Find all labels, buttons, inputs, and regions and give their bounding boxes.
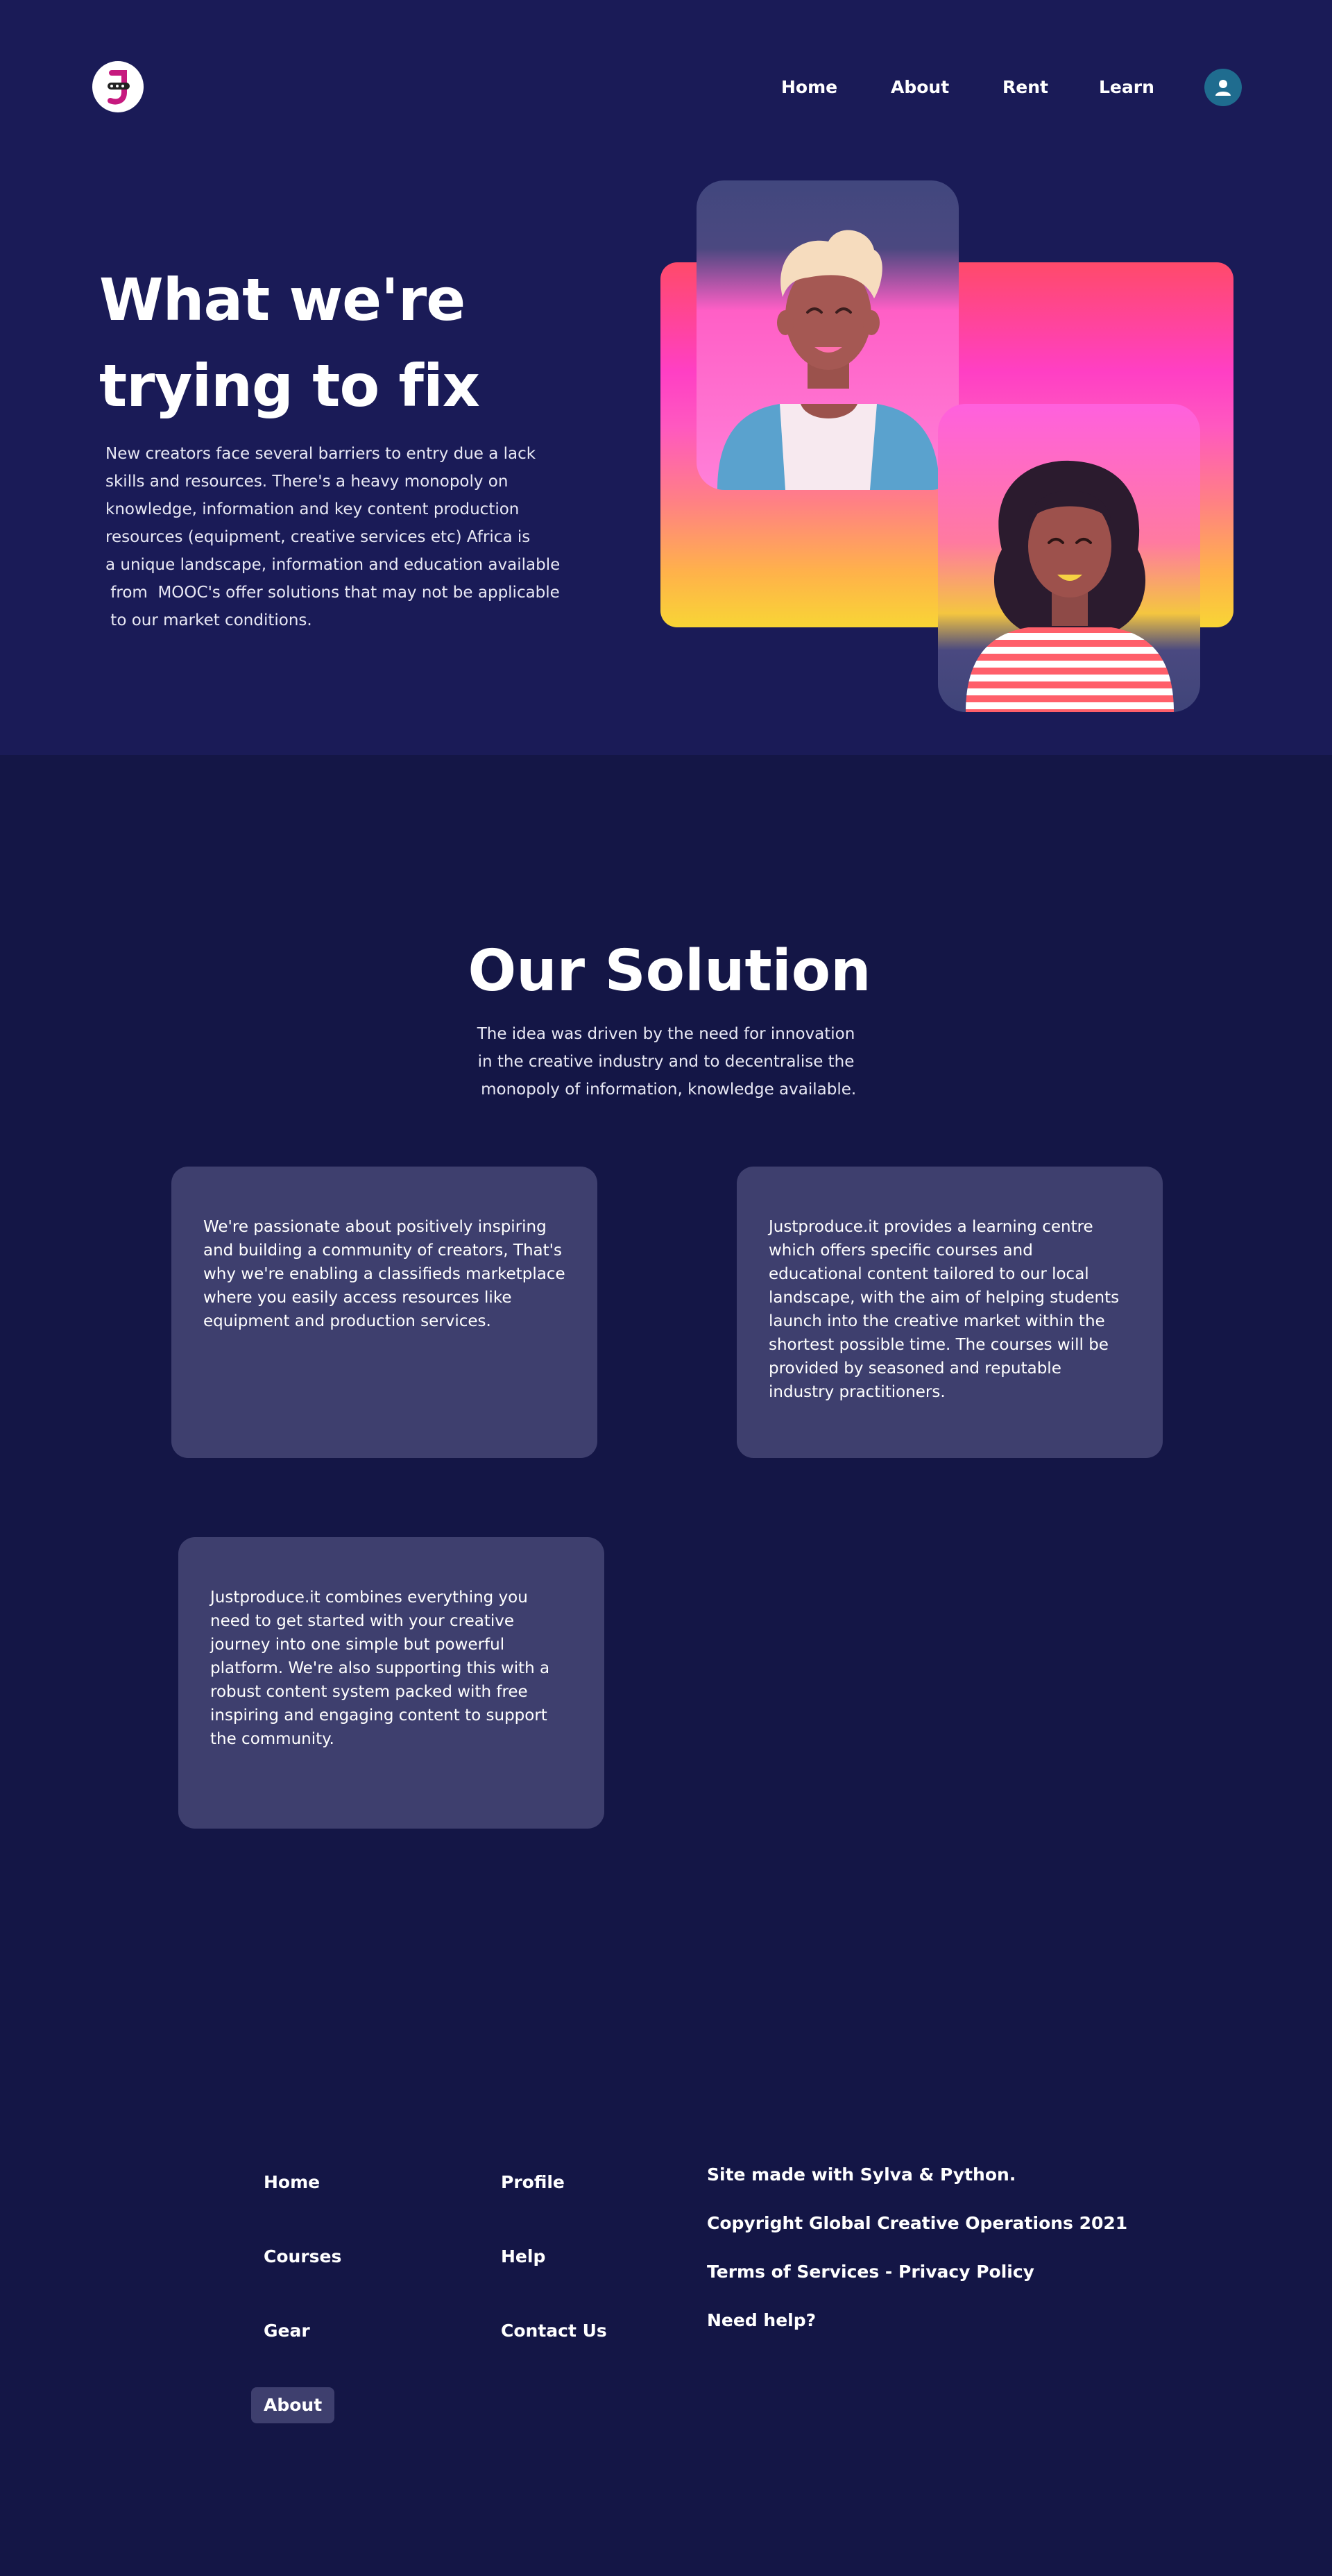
solution-subtitle: The idea was driven by the need for inno…: [458, 1020, 874, 1103]
creator-avatar-woman: [938, 404, 1200, 712]
user-icon: [1215, 80, 1231, 96]
solution-card-text: Justproduce.it combines everything you n…: [210, 1588, 550, 1748]
creator-avatar-man: [697, 180, 959, 490]
solution-subtitle-line: in the creative industry and to decentra…: [477, 1053, 855, 1071]
solution-card-text: Justproduce.it provides a learning centr…: [769, 1218, 1120, 1401]
solution-subtitle-line: The idea was driven by the need for inno…: [477, 1025, 855, 1043]
solution-subtitle-line: monopoly of information, knowledge avail…: [475, 1081, 857, 1099]
hero-description-line: a unique landscape, information and educ…: [105, 556, 561, 574]
footer-link-courses[interactable]: Courses: [264, 2243, 341, 2271]
footer-link-home[interactable]: Home: [264, 2169, 320, 2196]
hero-description-line: skills and resources. There's a heavy mo…: [105, 473, 509, 491]
nav-home[interactable]: Home: [781, 74, 837, 101]
hero-illustration: [659, 180, 1235, 715]
hero-description-line: resources (equipment, creative services …: [105, 528, 531, 546]
solution-card-text: We're passionate about positively inspir…: [203, 1218, 565, 1330]
hero-title: What we're trying to fix: [99, 257, 543, 429]
footer-link-profile[interactable]: Profile: [501, 2169, 565, 2196]
footer-credit: Site made with Sylva & Python.: [707, 2164, 1016, 2185]
footer-link-contact-us[interactable]: Contact Us: [501, 2317, 607, 2345]
solution-card-learning: Justproduce.it provides a learning centr…: [737, 1167, 1163, 1458]
footer-copyright: Copyright Global Creative Operations 202…: [707, 2213, 1128, 2233]
hero-description-line: New creators face several barriers to en…: [105, 445, 536, 463]
footer-link-about[interactable]: About: [251, 2387, 335, 2423]
solution-card-platform: Justproduce.it combines everything you n…: [178, 1537, 604, 1829]
nav-rent[interactable]: Rent: [1002, 74, 1048, 101]
nav-learn[interactable]: Learn: [1099, 74, 1154, 101]
solution-title: Our Solution: [468, 938, 871, 1004]
hero-description-line: knowledge, information and key content p…: [105, 500, 520, 518]
hero-description-line: from MOOC's offer solutions that may not…: [105, 584, 560, 602]
nav-about[interactable]: About: [891, 74, 949, 101]
hero-title-line-2: trying to fix: [99, 352, 480, 420]
hero-description-line: to our market conditions.: [105, 611, 312, 629]
footer-terms-privacy[interactable]: Terms of Services - Privacy Policy: [707, 2258, 1034, 2286]
footer-link-help[interactable]: Help: [501, 2243, 545, 2271]
hero-description: New creators face several barriers to en…: [105, 440, 577, 634]
footer-need-help[interactable]: Need help?: [707, 2307, 816, 2334]
hero-section: Home About Rent Learn What we're trying …: [0, 0, 1332, 755]
solution-card-community: We're passionate about positively inspir…: [171, 1167, 597, 1458]
main-nav: Home About Rent Learn: [0, 74, 1332, 101]
account-button[interactable]: [1204, 69, 1242, 106]
hero-title-line-1: What we're: [99, 266, 466, 334]
footer-link-gear[interactable]: Gear: [264, 2317, 310, 2345]
